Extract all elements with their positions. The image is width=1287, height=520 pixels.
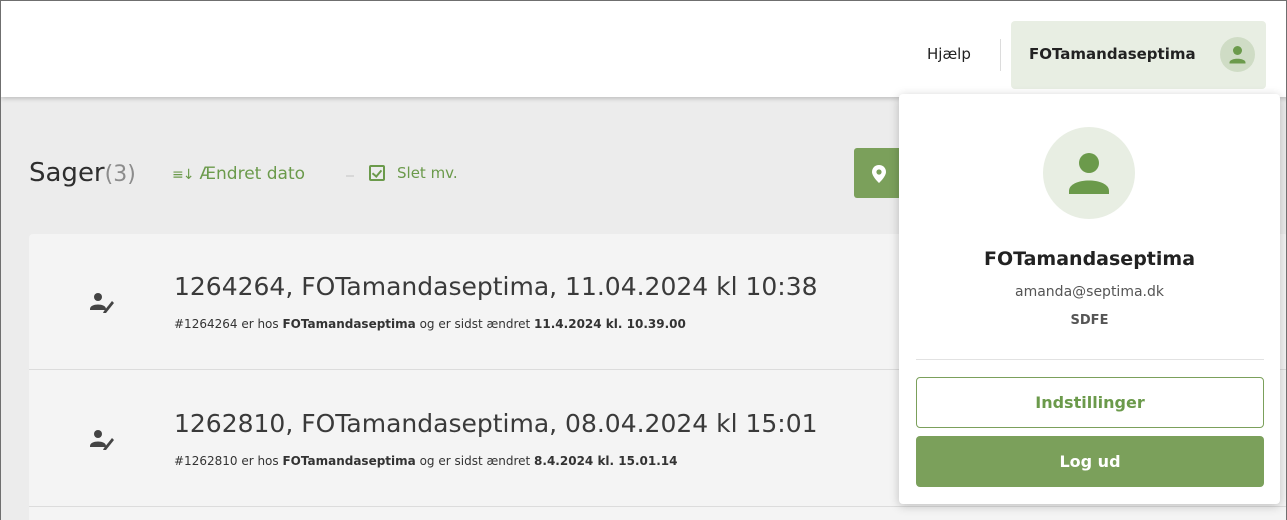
sort-button[interactable]: ≡↓ Ændret dato: [172, 164, 305, 184]
avatar: [1043, 127, 1135, 219]
user-email: amanda@septima.dk: [1015, 284, 1164, 300]
case-modified-date: 11.4.2024 kl. 10.39.00: [534, 317, 686, 331]
user-icon: [1229, 46, 1246, 64]
case-subtitle: #1262810 er hos FOTamandaseptima og er s…: [174, 454, 677, 468]
logout-button[interactable]: Log ud: [916, 436, 1264, 487]
case-subtitle-prefix: #1262810 er hos: [174, 454, 283, 468]
app-window: Hjælp FOTamandaseptima Sager(3) ≡↓ Ændret…: [0, 0, 1287, 520]
user-organization: SDFE: [1070, 313, 1109, 328]
case-title: 1262810, FOTamandaseptima, 08.04.2024 kl…: [174, 409, 818, 438]
user-name: FOTamandaseptima: [983, 248, 1196, 270]
user-menu-button[interactable]: FOTamandaseptima: [1011, 21, 1266, 89]
top-bar: Hjælp FOTamandaseptima: [1, 1, 1286, 97]
case-subtitle-prefix: #1264264 er hos: [174, 317, 283, 331]
delete-button[interactable]: Slet mv.: [369, 164, 458, 182]
delete-label: Slet mv.: [397, 164, 458, 182]
sort-label: Ændret dato: [199, 164, 306, 184]
checkbox-icon: [369, 165, 385, 181]
case-owner: FOTamandaseptima: [282, 317, 416, 331]
case-count: (3): [104, 162, 136, 187]
settings-button[interactable]: Indstillinger: [916, 377, 1264, 428]
case-subtitle-mid: og er sidst ændret: [415, 317, 535, 331]
user-icon: [1069, 153, 1109, 194]
sort-icon: ≡↓: [172, 167, 194, 183]
map-pin-icon: [872, 165, 886, 183]
case-subtitle: #1264264 er hos FOTamandaseptima og er s…: [174, 317, 686, 331]
page-title: Sager(3): [29, 158, 136, 188]
user-menu-dropdown: FOTamandaseptima amanda@septima.dk SDFE …: [899, 94, 1280, 504]
toolbar-divider: [346, 175, 354, 177]
menu-divider: [916, 359, 1264, 360]
case-title: 1264264, FOTamandaseptima, 11.04.2024 kl…: [174, 272, 818, 301]
user-edit-icon: [90, 430, 114, 450]
help-link[interactable]: Hjælp: [927, 45, 971, 63]
user-edit-icon: [90, 293, 114, 313]
user-menu-username: FOTamandaseptima: [1029, 45, 1196, 63]
case-subtitle-mid: og er sidst ændret: [415, 454, 535, 468]
page-title-text: Sager: [29, 158, 105, 188]
case-modified-date: 8.4.2024 kl. 15.01.14: [534, 454, 678, 468]
header-divider: [1000, 39, 1001, 71]
avatar: [1220, 37, 1255, 72]
case-owner: FOTamandaseptima: [282, 454, 416, 468]
